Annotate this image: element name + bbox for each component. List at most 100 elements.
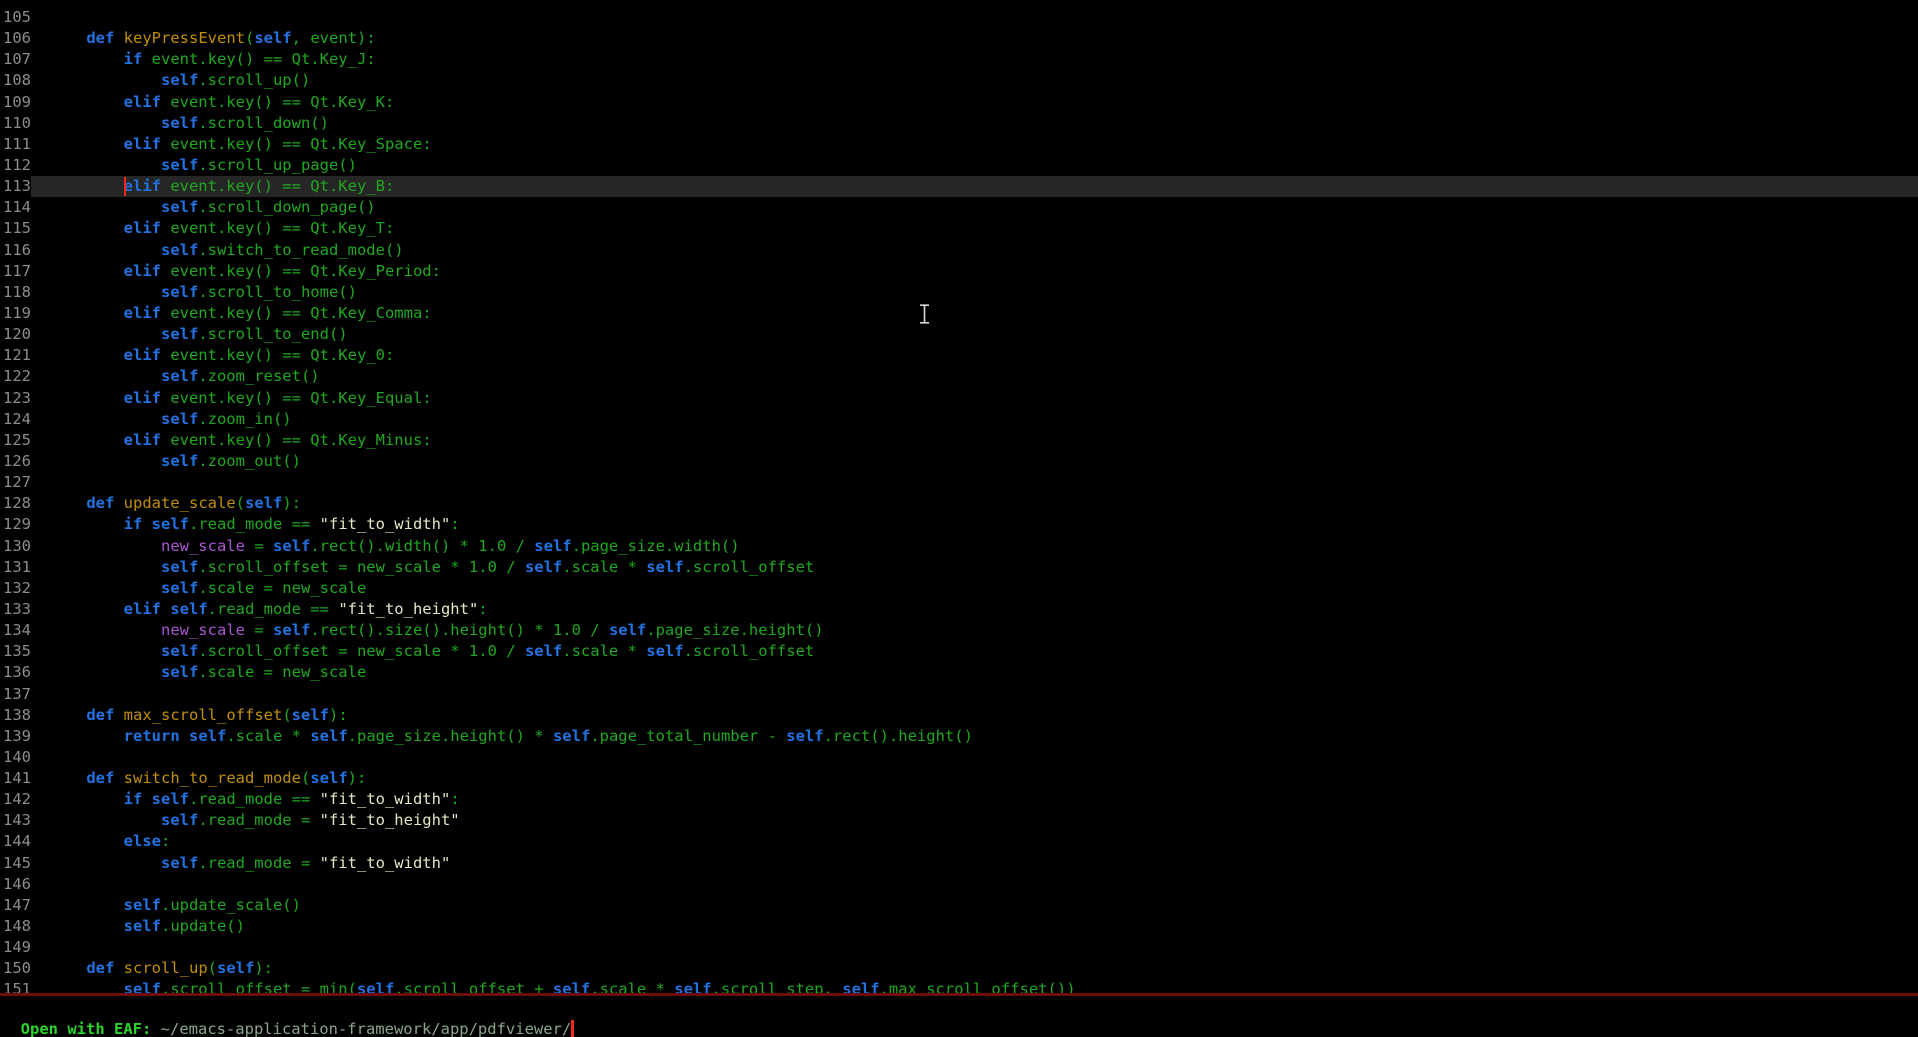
code-line[interactable]: 113 elif event.key() == Qt.Key_B: [0, 176, 1918, 197]
code-line[interactable]: 108 self.scroll_up() [0, 70, 1918, 91]
code-line-content: elif self.read_mode == "fit_to_height": [31, 599, 1918, 620]
code-token-code: .read_mode == [208, 600, 339, 618]
line-number: 137 [0, 684, 31, 705]
code-token-code: .zoom_out() [198, 452, 301, 470]
code-line[interactable]: 142 if self.read_mode == "fit_to_width": [0, 789, 1918, 810]
line-number: 106 [0, 28, 31, 49]
code-token-code [49, 410, 161, 428]
code-line[interactable]: 123 elif event.key() == Qt.Key_Equal: [0, 388, 1918, 409]
code-token-kw: self [124, 917, 161, 935]
code-line[interactable]: 132 self.scale = new_scale [0, 578, 1918, 599]
code-token-code [49, 579, 161, 597]
code-line[interactable]: 128 def update_scale(self): [0, 493, 1918, 514]
code-line[interactable]: 137 [0, 684, 1918, 705]
code-buffer[interactable]: qp.drawPixmap(0, (index - self.start_pag… [0, 0, 1918, 993]
minibuffer-prompt: Open with EAF: [21, 1020, 161, 1037]
code-line[interactable]: 117 elif event.key() == Qt.Key_Period: [0, 261, 1918, 282]
code-token-kw: elif [124, 304, 161, 322]
code-line[interactable]: 129 if self.read_mode == "fit_to_width": [0, 514, 1918, 535]
code-token-code: : [478, 600, 487, 618]
code-line[interactable]: 119 elif event.key() == Qt.Key_Comma: [0, 303, 1918, 324]
code-token-code [49, 832, 124, 850]
code-token-code [49, 262, 124, 280]
code-token-kw: def [86, 706, 114, 724]
code-line[interactable]: 114 self.scroll_down_page() [0, 197, 1918, 218]
code-line[interactable]: 150 def scroll_up(self): [0, 958, 1918, 979]
code-token-code: ( [282, 706, 291, 724]
code-line[interactable]: 147 self.update_scale() [0, 895, 1918, 916]
line-number: 114 [0, 197, 31, 218]
code-line[interactable]: 125 elif event.key() == Qt.Key_Minus: [0, 430, 1918, 451]
code-line[interactable]: 140 [0, 747, 1918, 768]
line-number: 126 [0, 451, 31, 472]
code-token-code: .page_size.height() [646, 621, 823, 639]
code-token-kw: self [553, 980, 590, 993]
code-line[interactable]: 118 self.scroll_to_home() [0, 282, 1918, 303]
code-token-kw: self [152, 515, 189, 533]
code-line[interactable]: 139 return self.scale * self.page_size.h… [0, 726, 1918, 747]
code-line[interactable]: 145 self.read_mode = "fit_to_width" [0, 853, 1918, 874]
code-line[interactable]: 148 self.update() [0, 916, 1918, 937]
code-token-kw: elif [124, 346, 161, 364]
code-line[interactable]: 105 [0, 7, 1918, 28]
code-token-kw: self [245, 494, 282, 512]
code-token-kw: self [161, 241, 198, 259]
code-line[interactable]: 112 self.scroll_up_page() [0, 155, 1918, 176]
code-token-kw: def [86, 959, 114, 977]
code-line[interactable]: 144 else: [0, 831, 1918, 852]
line-number: 146 [0, 874, 31, 895]
code-line[interactable]: 115 elif event.key() == Qt.Key_T: [0, 218, 1918, 239]
minibuffer-input[interactable]: ~/emacs-application-framework/app/pdfvie… [161, 1020, 572, 1037]
code-line-content: self.scale = new_scale [31, 578, 1918, 599]
code-line[interactable]: 126 self.zoom_out() [0, 451, 1918, 472]
code-line[interactable]: 131 self.scroll_offset = new_scale * 1.0… [0, 557, 1918, 578]
code-token-kw: elif [124, 177, 161, 195]
code-line[interactable]: 149 [0, 937, 1918, 958]
code-line[interactable]: 138 def max_scroll_offset(self): [0, 705, 1918, 726]
code-line[interactable]: 122 self.zoom_reset() [0, 366, 1918, 387]
code-token-kw: if [124, 50, 143, 68]
code-line-content: self.zoom_reset() [31, 366, 1918, 387]
code-token-kw: self [254, 29, 291, 47]
code-line[interactable]: 136 self.scale = new_scale [0, 662, 1918, 683]
line-number: 150 [0, 958, 31, 979]
code-line[interactable]: 124 self.zoom_in() [0, 409, 1918, 430]
code-line[interactable]: 135 self.scroll_offset = new_scale * 1.0… [0, 641, 1918, 662]
code-line[interactable]: 143 self.read_mode = "fit_to_height" [0, 810, 1918, 831]
line-number: 109 [0, 92, 31, 113]
code-line[interactable]: 120 self.scroll_to_end() [0, 324, 1918, 345]
code-line[interactable]: 141 def switch_to_read_mode(self): [0, 768, 1918, 789]
code-line-content: def switch_to_read_mode(self): [31, 768, 1918, 789]
code-token-code [114, 769, 123, 787]
code-token-code: .update_scale() [161, 896, 301, 914]
code-line[interactable]: 133 elif self.read_mode == "fit_to_heigh… [0, 599, 1918, 620]
code-line[interactable]: 146 [0, 874, 1918, 895]
code-line-content [31, 7, 1918, 28]
code-token-code [49, 29, 86, 47]
minibuffer[interactable]: Open with EAF: ~/emacs-application-frame… [2, 998, 574, 1019]
code-token-code [49, 346, 124, 364]
code-token-code: event.key() == Qt.Key_Space: [161, 135, 432, 153]
code-line[interactable]: 107 if event.key() == Qt.Key_J: [0, 49, 1918, 70]
code-line-content: if self.read_mode == "fit_to_width": [31, 789, 1918, 810]
code-line[interactable]: 109 elif event.key() == Qt.Key_K: [0, 92, 1918, 113]
code-line-content: self.scroll_up() [31, 70, 1918, 91]
code-token-code [161, 600, 170, 618]
code-line[interactable]: 111 elif event.key() == Qt.Key_Space: [0, 134, 1918, 155]
code-line[interactable]: 134 new_scale = self.rect().size().heigh… [0, 620, 1918, 641]
code-line[interactable]: 127 [0, 472, 1918, 493]
code-token-kw: elif [124, 262, 161, 280]
code-token-code: ( [301, 769, 310, 787]
code-line[interactable]: 130 new_scale = self.rect().width() * 1.… [0, 536, 1918, 557]
code-line[interactable]: 110 self.scroll_down() [0, 113, 1918, 134]
code-line[interactable]: 121 elif event.key() == Qt.Key_0: [0, 345, 1918, 366]
line-number: 110 [0, 113, 31, 134]
code-line-content: self.scroll_up_page() [31, 155, 1918, 176]
code-line[interactable]: 151 self.scroll_offset = min(self.scroll… [0, 979, 1918, 993]
code-token-code [49, 325, 161, 343]
code-line[interactable]: 106 def keyPressEvent(self, event): [0, 28, 1918, 49]
code-token-kw: elif [124, 219, 161, 237]
code-line[interactable]: 116 self.switch_to_read_mode() [0, 240, 1918, 261]
line-number: 147 [0, 895, 31, 916]
code-token-code [49, 114, 161, 132]
